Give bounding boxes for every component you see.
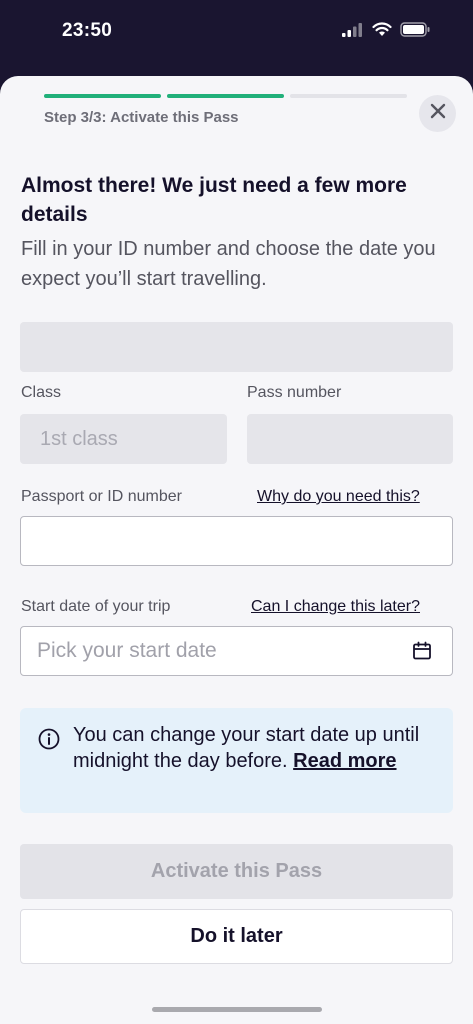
status-bar: 23:50 xyxy=(0,0,473,76)
progress-segment-1 xyxy=(44,94,161,98)
start-date-info-box: You can change your start date up until … xyxy=(20,708,453,813)
close-icon xyxy=(430,103,446,124)
passport-label: Passport or ID number xyxy=(21,488,182,505)
read-more-link[interactable]: Read more xyxy=(293,750,396,772)
start-date-placeholder: Pick your start date xyxy=(37,639,217,662)
info-text: You can change your start date up until … xyxy=(73,722,433,774)
class-label: Class xyxy=(21,384,62,401)
signal-icon xyxy=(342,22,364,42)
passport-input[interactable] xyxy=(20,516,453,566)
do-it-later-button[interactable]: Do it later xyxy=(20,909,453,964)
status-icons xyxy=(342,22,431,42)
pass-number-field xyxy=(247,414,453,464)
page-subtitle: Fill in your ID number and choose the da… xyxy=(21,238,436,290)
battery-icon xyxy=(400,22,431,42)
start-date-label: Start date of your trip xyxy=(21,598,171,615)
progress-segment-2 xyxy=(167,94,284,98)
class-field: 1st class xyxy=(20,414,227,464)
change-later-link[interactable]: Can I change this later? xyxy=(251,598,420,616)
activate-pass-button[interactable]: Activate this Pass xyxy=(20,844,453,899)
info-icon xyxy=(38,728,60,755)
progress-segment-3 xyxy=(290,94,407,98)
page-title: Almost there! We just need a few more de… xyxy=(21,174,407,226)
close-button[interactable] xyxy=(419,95,456,132)
activation-sheet: Step 3/3: Activate this Pass Almost ther… xyxy=(0,76,473,1024)
why-need-this-link[interactable]: Why do you need this? xyxy=(257,488,420,506)
calendar-icon xyxy=(412,641,432,667)
pass-number-label: Pass number xyxy=(247,384,342,401)
status-time: 23:50 xyxy=(62,20,113,41)
step-progress-bar xyxy=(44,94,407,98)
wifi-icon xyxy=(372,22,392,42)
passenger-name-field xyxy=(20,322,453,372)
home-indicator[interactable] xyxy=(152,1007,322,1012)
step-label: Step 3/3: Activate this Pass xyxy=(44,109,239,126)
start-date-picker[interactable]: Pick your start date xyxy=(20,626,453,676)
